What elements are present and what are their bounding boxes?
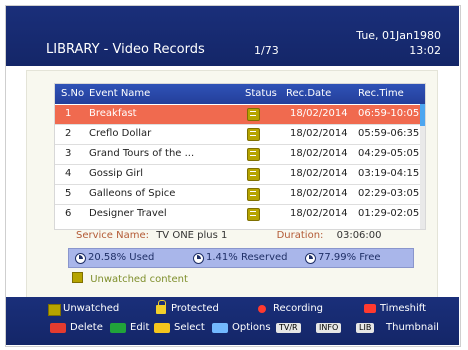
- timeshift-icon: [364, 304, 376, 313]
- storage-usage-bar: 20.58% Used 1.41% Reserved 77.99% Free: [68, 248, 414, 268]
- event-name: Gossip Girl: [89, 168, 144, 179]
- rec-time: 05:59-06:35: [358, 128, 420, 139]
- free-text: 77.99% Free: [318, 252, 381, 263]
- blue-button-icon[interactable]: [212, 323, 228, 333]
- col-status-header: Status: [245, 88, 277, 99]
- unwatched-icon: [247, 108, 260, 121]
- legend-unwatched: Unwatched: [63, 303, 120, 314]
- records-table: S.No Event Name Status Rec.Date Rec.Time…: [54, 83, 426, 230]
- edit-action[interactable]: Edit: [130, 322, 149, 333]
- legend-timeshift: Timeshift: [380, 303, 427, 314]
- record-details: Service Name: TV ONE plus 1 Duration: 03…: [76, 230, 382, 241]
- delete-action[interactable]: Delete: [70, 322, 103, 333]
- event-name: Designer Travel: [89, 208, 167, 219]
- unwatched-icon: [247, 148, 260, 161]
- free-pie-icon: [305, 253, 316, 264]
- record-dot-icon: [258, 305, 266, 313]
- time-text: 13:02: [409, 44, 441, 57]
- row-number: 2: [65, 128, 72, 139]
- date-text: Tue, 01Jan1980: [356, 29, 441, 42]
- event-name: Grand Tours of the ...: [89, 148, 195, 159]
- table-row[interactable]: 6 Designer Travel 18/02/2014 01:29-02:05: [55, 205, 420, 224]
- legend-protected: Protected: [171, 303, 219, 314]
- rec-date: 18/02/2014: [290, 108, 348, 119]
- green-button-icon[interactable]: [110, 323, 126, 333]
- rec-time: 03:19-04:15: [358, 168, 420, 179]
- rec-date: 18/02/2014: [290, 128, 348, 139]
- lib-key[interactable]: LIB: [356, 323, 375, 333]
- service-name-label: Service Name:: [76, 230, 150, 241]
- tvr-key[interactable]: TV/R: [276, 323, 301, 333]
- unwatched-icon: [72, 272, 83, 283]
- options-action[interactable]: Options: [232, 322, 271, 333]
- reserved-pie-icon: [193, 253, 204, 264]
- duration-label: Duration:: [276, 230, 324, 241]
- info-key[interactable]: INFO: [316, 323, 342, 333]
- rec-time: 02:29-03:05: [358, 188, 420, 199]
- rec-date: 18/02/2014: [290, 168, 348, 179]
- page-counter: 1/73: [254, 44, 279, 57]
- col-date-header: Rec.Date: [286, 88, 332, 99]
- thumbnail-action[interactable]: Thumbnail: [386, 322, 439, 333]
- reserved-text: 1.41% Reserved: [206, 252, 288, 263]
- rec-time: 06:59-10:05: [358, 108, 420, 119]
- unwatched-legend-icon: [48, 304, 61, 316]
- unwatched-icon: [247, 188, 260, 201]
- row-number: 4: [65, 168, 72, 179]
- select-action[interactable]: Select: [174, 322, 205, 333]
- row-number: 5: [65, 188, 72, 199]
- unwatched-icon: [247, 208, 260, 221]
- table-row[interactable]: 4 Gossip Girl 18/02/2014 03:19-04:15: [55, 165, 420, 185]
- event-name: Breakfast: [89, 108, 137, 119]
- service-name-value: TV ONE plus 1: [156, 230, 228, 241]
- lock-icon: [156, 300, 166, 314]
- event-name: Galleons of Spice: [89, 188, 176, 199]
- table-header: S.No Event Name Status Rec.Date Rec.Time: [55, 84, 425, 104]
- col-time-header: Rec.Time: [358, 88, 404, 99]
- row-number: 6: [65, 208, 72, 219]
- used-text: 20.58% Used: [88, 252, 155, 263]
- rec-date: 18/02/2014: [290, 208, 348, 219]
- yellow-button-icon[interactable]: [154, 323, 170, 333]
- red-button-icon[interactable]: [50, 323, 66, 333]
- scrollbar-thumb[interactable]: [420, 104, 425, 126]
- legend-bar: Unwatched Protected Recording Timeshift …: [6, 297, 459, 345]
- page-title: LIBRARY - Video Records: [46, 42, 205, 57]
- unwatched-icon: [247, 128, 260, 141]
- col-name-header: Event Name: [89, 88, 151, 99]
- event-name: Creflo Dollar: [89, 128, 152, 139]
- table-row[interactable]: 2 Creflo Dollar 18/02/2014 05:59-06:35: [55, 125, 420, 145]
- col-sno-header: S.No: [61, 88, 85, 99]
- unwatched-icon: [247, 168, 260, 181]
- rec-date: 18/02/2014: [290, 148, 348, 159]
- rec-time: 04:29-05:05: [358, 148, 420, 159]
- duration-value: 03:06:00: [336, 230, 382, 241]
- unwatched-note: Unwatched content: [72, 272, 188, 285]
- legend-recording: Recording: [273, 303, 324, 314]
- table-row[interactable]: 1 Breakfast 18/02/2014 06:59-10:05: [55, 105, 420, 125]
- row-number: 3: [65, 148, 72, 159]
- table-row[interactable]: 5 Galleons of Spice 18/02/2014 02:29-03:…: [55, 185, 420, 205]
- used-pie-icon: [75, 253, 86, 264]
- row-number: 1: [65, 108, 72, 119]
- table-row[interactable]: 3 Grand Tours of the ... 18/02/2014 04:2…: [55, 145, 420, 165]
- header-bar: LIBRARY - Video Records 1/73 Tue, 01Jan1…: [6, 6, 459, 66]
- clock: Tue, 01Jan1980 13:02: [356, 28, 441, 58]
- rec-time: 01:29-02:05: [358, 208, 420, 219]
- rec-date: 18/02/2014: [290, 188, 348, 199]
- unwatched-text: Unwatched content: [90, 274, 188, 285]
